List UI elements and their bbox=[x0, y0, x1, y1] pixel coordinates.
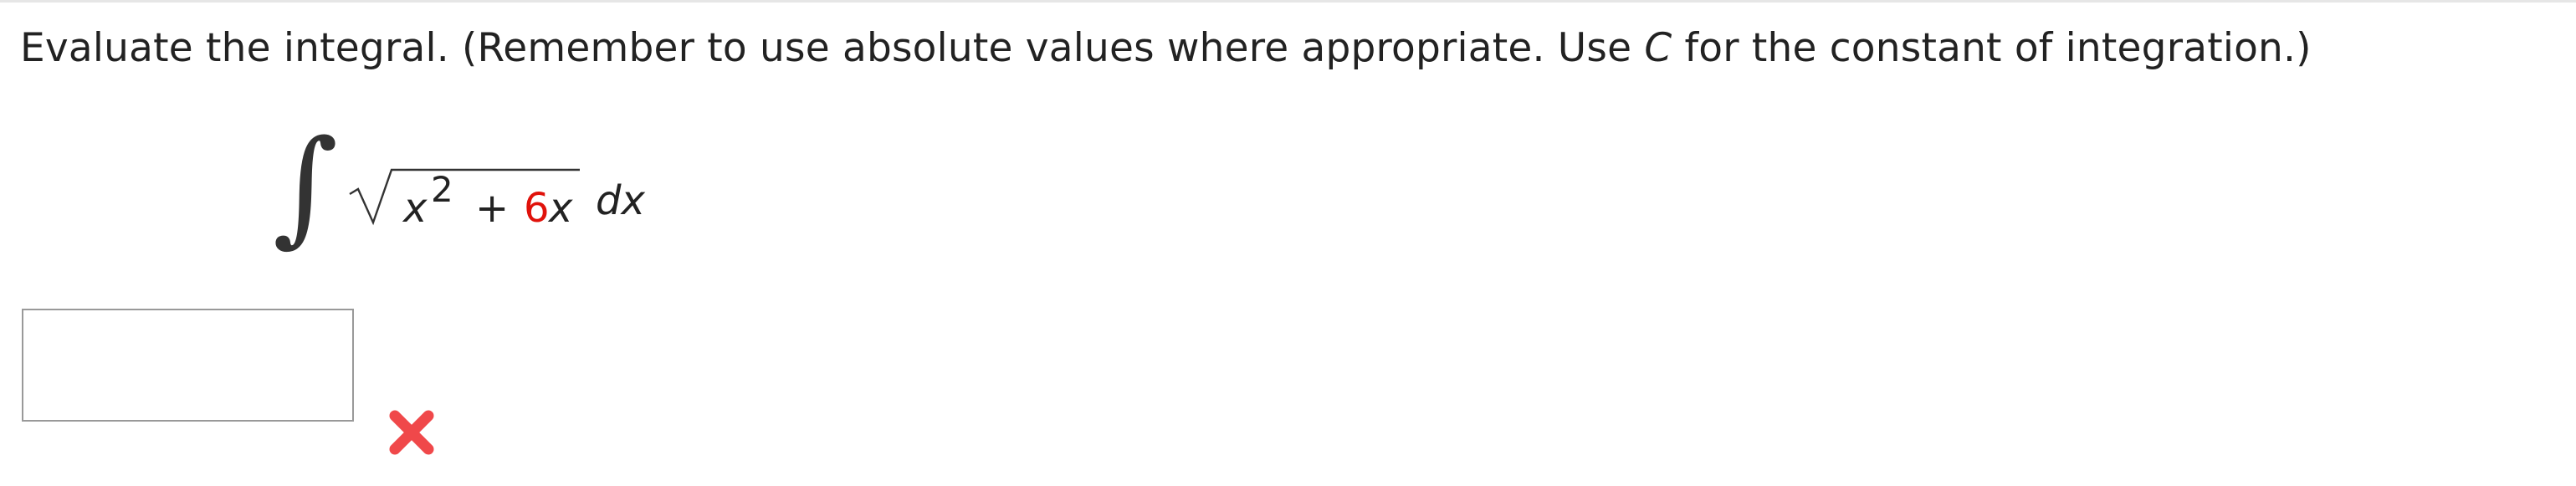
question-prompt: Evaluate the integral. (Remember to use … bbox=[20, 25, 2312, 72]
answer-input[interactable] bbox=[22, 309, 354, 422]
prompt-text-start: Evaluate the integral. (Remember to use … bbox=[20, 25, 1645, 71]
differential-dx: dx bbox=[596, 177, 645, 224]
exponent-2: 2 bbox=[431, 169, 453, 210]
integrand-variable-x: x bbox=[403, 185, 428, 232]
x-mark-icon bbox=[389, 410, 434, 455]
coefficient-6: 6 bbox=[524, 185, 550, 232]
prompt-text-end: for the constant of integration.) bbox=[1672, 25, 2312, 71]
top-divider bbox=[0, 0, 2576, 3]
integrand-variable-x-2: x bbox=[549, 185, 573, 232]
integral-symbol: ∫ bbox=[273, 114, 339, 259]
plus-operator: + bbox=[475, 185, 510, 232]
constant-symbol: C bbox=[1644, 25, 1672, 71]
